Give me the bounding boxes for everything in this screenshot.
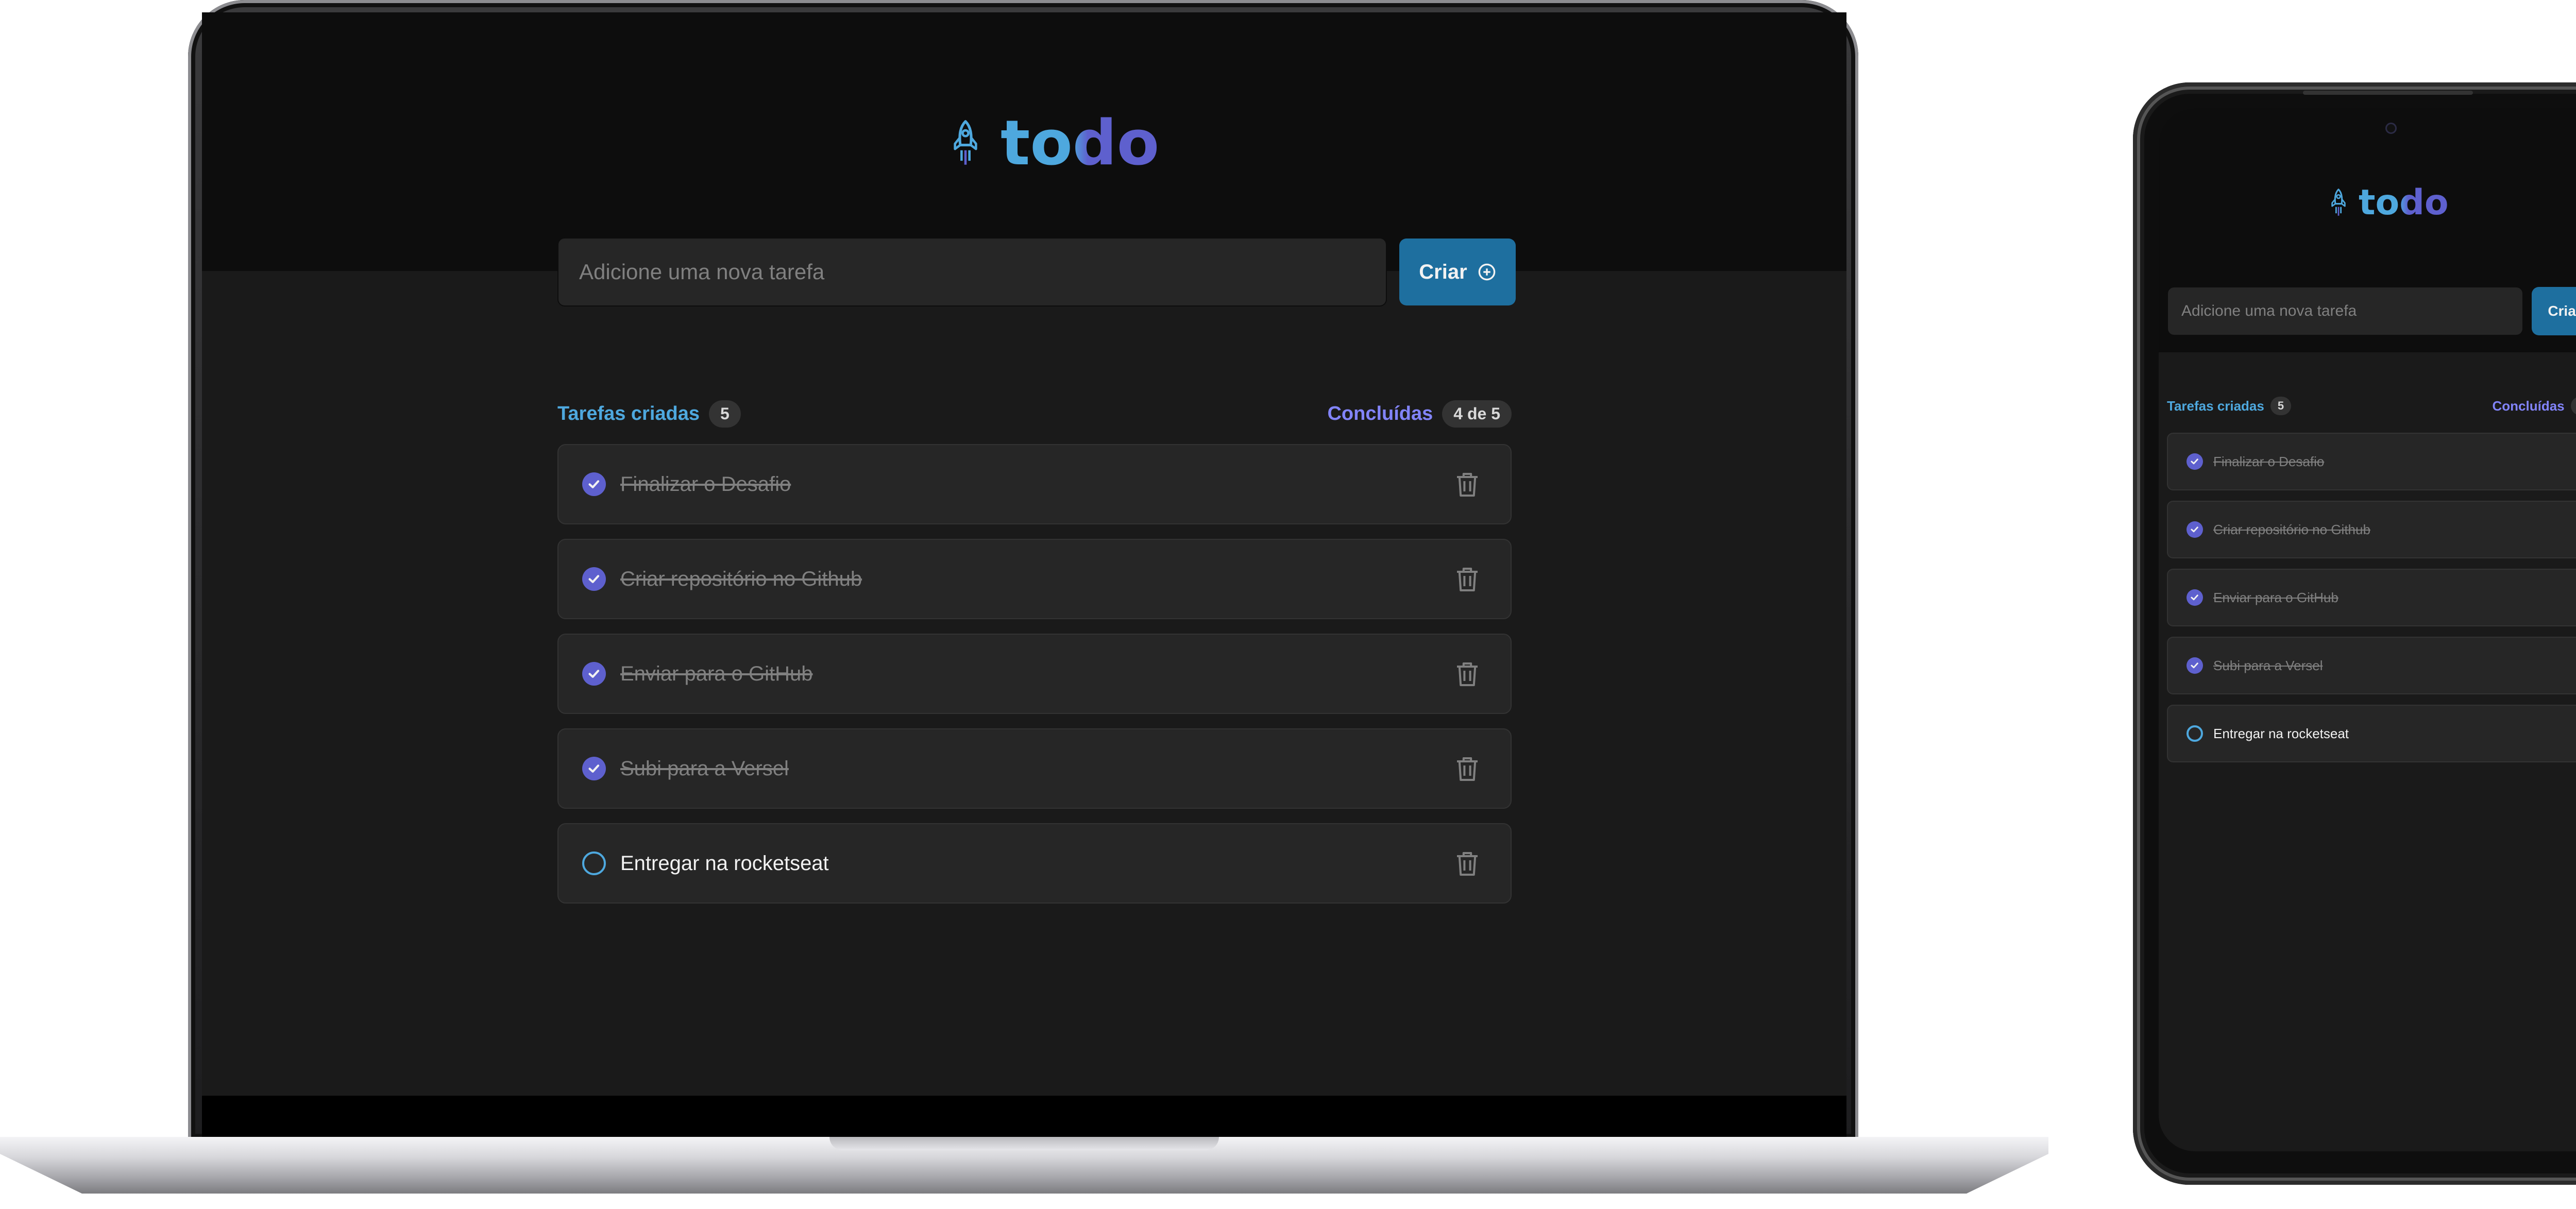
created-counter: Tarefas criadas 5 — [2167, 397, 2292, 415]
task-checkbox[interactable] — [2187, 521, 2203, 538]
completed-label: Concluídas — [1327, 402, 1433, 424]
completed-counter: Concluídas 4 de 5 — [2492, 397, 2576, 415]
check-icon — [588, 575, 600, 584]
delete-task-button[interactable] — [1453, 470, 1482, 499]
create-button[interactable]: Criar — [2532, 287, 2576, 335]
completed-counter: Concluídas 4 de 5 — [1327, 400, 1512, 428]
create-button-label: Criar — [2548, 303, 2576, 319]
task-item: Subi para a Versel — [557, 728, 1512, 809]
task-checkbox[interactable] — [2187, 589, 2203, 606]
new-task-input[interactable] — [557, 237, 1387, 306]
task-checkbox[interactable] — [582, 472, 606, 496]
task-item: Subi para a Versel — [2167, 637, 2576, 694]
check-icon — [2191, 458, 2199, 465]
completed-count-badge: 4 de 5 — [1442, 400, 1512, 428]
task-text: Enviar para o GitHub — [620, 662, 813, 685]
new-task-form: Criar — [2167, 286, 2576, 336]
new-task-form: Criar — [557, 237, 1516, 306]
task-checkbox[interactable] — [2187, 453, 2203, 470]
task-item: Criar repositório no Github — [2167, 501, 2576, 558]
check-icon — [2191, 594, 2199, 601]
task-item: Enviar para o GitHub — [557, 634, 1512, 714]
task-list: Finalizar o Desafio Criar repositório no… — [557, 444, 1512, 918]
trash-icon — [1457, 757, 1478, 781]
check-icon — [588, 480, 600, 489]
todo-app-mobile: todo Criar Tarefas criadas 5 Concluídas … — [2159, 108, 2576, 1151]
task-checkbox[interactable] — [582, 852, 606, 875]
created-count-badge: 5 — [709, 400, 741, 428]
created-label: Tarefas criadas — [2167, 398, 2264, 414]
task-item: Entregar na rocketseat — [2167, 705, 2576, 762]
completed-label: Concluídas — [2492, 398, 2565, 414]
created-label: Tarefas criadas — [557, 402, 700, 424]
task-item: Criar repositório no Github — [557, 539, 1512, 619]
logo-text: todo — [1001, 108, 1160, 179]
task-text: Enviar para o GitHub — [2213, 589, 2338, 605]
rocket-logo-icon — [954, 120, 977, 165]
delete-task-button[interactable] — [1453, 565, 1482, 593]
task-text: Subi para a Versel — [620, 757, 789, 780]
task-item: Finalizar o Desafio — [2167, 433, 2576, 490]
task-text: Criar repositório no Github — [2213, 521, 2370, 537]
trash-icon — [1457, 662, 1478, 686]
task-counters: Tarefas criadas 5 Concluídas 4 de 5 — [557, 400, 1512, 428]
check-icon — [2191, 526, 2199, 533]
todo-app: todo Criar Tarefas criadas 5 Concluídas … — [202, 12, 1846, 1096]
delete-task-button[interactable] — [1453, 754, 1482, 783]
logo: todo — [2330, 185, 2449, 220]
task-text: Finalizar o Desafio — [2213, 453, 2325, 469]
task-checkbox[interactable] — [582, 567, 606, 591]
camera-icon — [2385, 123, 2397, 134]
delete-task-button[interactable] — [1453, 849, 1482, 878]
created-count-badge: 5 — [2270, 397, 2292, 415]
laptop-bezel — [202, 1096, 1846, 1141]
task-item: Entregar na rocketseat — [557, 823, 1512, 904]
phone-screen: todo Criar Tarefas criadas 5 Concluídas … — [2159, 108, 2576, 1151]
task-text: Criar repositório no Github — [620, 567, 862, 590]
task-item: Finalizar o Desafio — [557, 444, 1512, 524]
trash-icon — [1457, 568, 1478, 591]
logo-text: todo — [2359, 182, 2449, 223]
delete-task-button[interactable] — [1453, 659, 1482, 688]
plus-circle-icon — [1478, 263, 1495, 281]
created-counter: Tarefas criadas 5 — [557, 400, 741, 428]
laptop-screen: todo Criar Tarefas criadas 5 Concluídas … — [202, 12, 1846, 1096]
task-text: Entregar na rocketseat — [2213, 725, 2349, 741]
task-text: Subi para a Versel — [2213, 657, 2323, 673]
check-icon — [588, 670, 600, 678]
check-icon — [2191, 662, 2199, 669]
task-item: Enviar para o GitHub — [2167, 569, 2576, 626]
create-button[interactable]: Criar — [1399, 239, 1516, 305]
task-counters: Tarefas criadas 5 Concluídas 4 de 5 — [2167, 396, 2576, 416]
task-checkbox[interactable] — [582, 757, 606, 780]
new-task-input[interactable] — [2167, 286, 2523, 336]
phone-speaker — [2303, 91, 2473, 95]
task-checkbox[interactable] — [582, 662, 606, 686]
task-checkbox[interactable] — [2187, 657, 2203, 674]
task-list: Finalizar o Desafio Criar repositório no… — [2167, 433, 2576, 773]
task-text: Finalizar o Desafio — [620, 472, 791, 496]
trash-icon — [1457, 852, 1478, 876]
task-checkbox[interactable] — [2187, 725, 2203, 742]
laptop-notch — [829, 1137, 1219, 1150]
task-text: Entregar na rocketseat — [620, 852, 829, 875]
rocket-logo-icon — [2331, 189, 2346, 216]
completed-count-badge: 4 de 5 — [2570, 397, 2576, 415]
trash-icon — [1457, 473, 1478, 497]
logo: todo — [951, 113, 1159, 175]
create-button-label: Criar — [1419, 260, 1467, 283]
check-icon — [588, 764, 600, 773]
